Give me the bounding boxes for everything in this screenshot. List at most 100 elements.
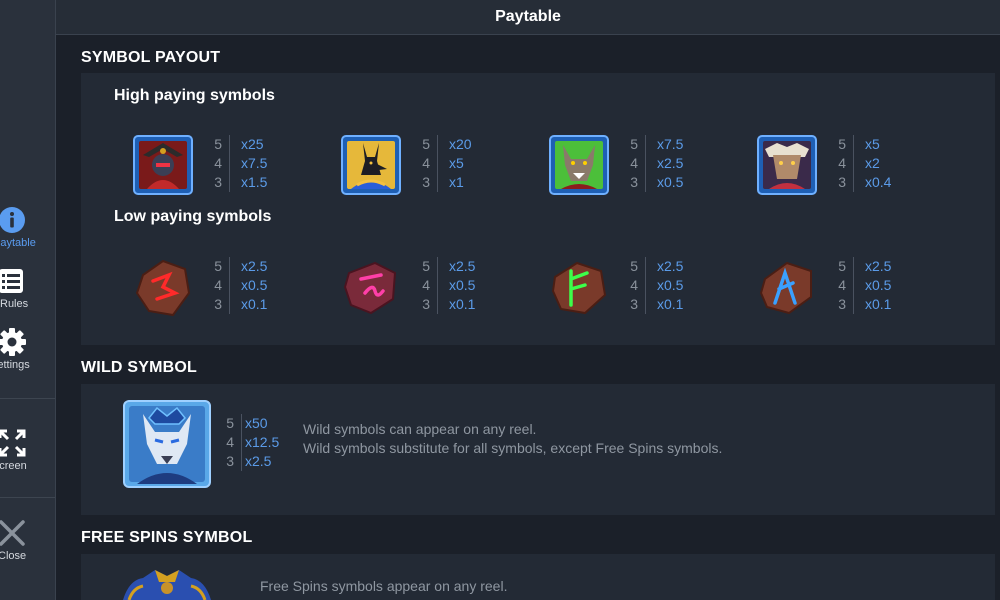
paytable-content[interactable]: SYMBOL PAYOUT High paying symbols 5 4 3 … <box>56 35 1000 600</box>
multiplier: x0.1 <box>865 296 892 312</box>
anubis-symbol-icon <box>341 135 401 195</box>
symbol-multipliers: x2.5 x0.5 x0.1 <box>657 257 683 314</box>
count-5: 5 <box>838 136 846 152</box>
symbol-counts: 5 4 3 <box>625 257 646 314</box>
multiplier: x5 <box>449 155 464 171</box>
sidebar-divider <box>0 497 55 498</box>
multiplier: x0.1 <box>449 296 476 312</box>
close-icon <box>0 520 25 546</box>
sidebar-item-close[interactable]: Close <box>0 518 55 574</box>
multiplier: x25 <box>241 136 264 152</box>
multiplier: x2.5 <box>245 453 272 469</box>
samurai-symbol-icon <box>133 135 193 195</box>
count-5: 5 <box>214 258 222 274</box>
fullscreen-icon <box>0 429 26 457</box>
wild-symbol-panel: 5 4 3 x50 x12.5 x2.5 Wild symbols can ap… <box>81 384 995 515</box>
multiplier: x2.5 <box>241 258 268 274</box>
multiplier: x0.1 <box>657 296 684 312</box>
sidebar-divider <box>0 398 55 399</box>
symbol-payout-panel: High paying symbols 5 4 3 x25 x7.5 x1.5 <box>81 73 995 345</box>
multiplier: x5 <box>865 136 880 152</box>
multiplier: x50 <box>245 415 268 431</box>
count-3: 3 <box>838 174 846 190</box>
count-3: 3 <box>422 296 430 312</box>
multiplier: x2.5 <box>657 155 684 171</box>
multiplier: x0.5 <box>657 174 684 190</box>
sidebar-item-rules[interactable]: Rules <box>0 266 55 322</box>
multiplier: x2.5 <box>657 258 684 274</box>
multiplier: x2.5 <box>449 258 476 274</box>
multiplier: x12.5 <box>245 434 280 450</box>
multiplier: x1 <box>449 174 464 190</box>
symbol-counts: 5 4 3 <box>417 135 438 192</box>
symbol-counts: 5 4 3 <box>221 414 242 471</box>
multiplier: x1.5 <box>241 174 268 190</box>
sidebar-item-label: Rules <box>0 298 29 310</box>
count-4: 4 <box>226 434 234 450</box>
low-symbol-red-rune: 5 4 3 x2.5 x0.5 x0.1 <box>133 257 333 317</box>
symbol-multipliers: x25 x7.5 x1.5 <box>241 135 267 192</box>
high-symbol-werewolf: 5 4 3 x7.5 x2.5 x0.5 <box>549 135 749 195</box>
multiplier: x2 <box>865 155 880 171</box>
count-5: 5 <box>422 136 430 152</box>
symbol-multipliers: x2.5 x0.5 x0.1 <box>241 257 267 314</box>
count-3: 3 <box>214 174 222 190</box>
symbol-counts: 5 4 3 <box>209 135 230 192</box>
multiplier: x0.5 <box>657 277 684 293</box>
count-3: 3 <box>226 453 234 469</box>
wolf-warrior-symbol-icon <box>757 135 817 195</box>
section-title-free-spins: FREE SPINS SYMBOL <box>81 529 253 546</box>
low-paying-title: Low paying symbols <box>114 208 272 225</box>
low-symbol-green-rune: 5 4 3 x2.5 x0.5 x0.1 <box>549 257 749 317</box>
multiplier: x7.5 <box>241 155 268 171</box>
count-5: 5 <box>838 258 846 274</box>
blue-rune-stone-icon <box>759 261 812 315</box>
multiplier: x7.5 <box>657 136 684 152</box>
free-spins-description-line-1: Free Spins symbols appear on any reel. <box>260 578 508 594</box>
multiplier: x2.5 <box>865 258 892 274</box>
count-4: 4 <box>214 277 222 293</box>
multiplier: x0.5 <box>865 277 892 293</box>
low-symbol-blue-rune: 5 4 3 x2.5 x0.5 x0.1 <box>757 257 957 317</box>
list-icon <box>0 269 23 293</box>
count-4: 4 <box>838 277 846 293</box>
green-rune-stone-icon <box>551 261 607 315</box>
sidebar-item-label: Settings <box>0 359 30 371</box>
pink-rune-stone-icon <box>343 261 397 315</box>
multiplier: x0.5 <box>449 277 476 293</box>
count-4: 4 <box>838 155 846 171</box>
count-3: 3 <box>422 174 430 190</box>
gear-icon <box>0 328 26 356</box>
symbol-counts: 5 4 3 <box>209 257 230 314</box>
symbol-counts: 5 4 3 <box>417 257 438 314</box>
wild-description-line-1: Wild symbols can appear on any reel. <box>303 421 537 437</box>
wild-description-line-2: Wild symbols substitute for all symbols,… <box>303 440 723 456</box>
section-title-wild: WILD SYMBOL <box>81 359 197 376</box>
multiplier: x0.1 <box>241 296 268 312</box>
wild-wolf-symbol-icon <box>123 400 211 488</box>
symbol-counts: 5 4 3 <box>833 257 854 314</box>
symbol-counts: 5 4 3 <box>833 135 854 192</box>
high-symbol-wolf-warrior: 5 4 3 x5 x2 x0.4 <box>757 135 957 195</box>
low-symbol-pink-rune: 5 4 3 x2.5 x0.5 x0.1 <box>341 257 541 317</box>
sidebar-item-paytable[interactable]: Paytable <box>0 205 55 261</box>
count-4: 4 <box>630 155 638 171</box>
section-title-symbol-payout: SYMBOL PAYOUT <box>81 49 221 66</box>
sidebar-item-label: Fullscreen <box>0 460 27 472</box>
multiplier: x0.5 <box>241 277 268 293</box>
high-symbol-samurai: 5 4 3 x25 x7.5 x1.5 <box>133 135 333 195</box>
sidebar-item-settings[interactable]: Settings <box>0 327 55 383</box>
count-3: 3 <box>838 296 846 312</box>
count-5: 5 <box>226 415 234 431</box>
symbol-multipliers: x5 x2 x0.4 <box>865 135 891 192</box>
count-4: 4 <box>422 277 430 293</box>
multiplier: x20 <box>449 136 472 152</box>
page-title: Paytable <box>56 0 1000 35</box>
high-paying-title: High paying symbols <box>114 87 275 104</box>
free-spins-panel: Free Spins symbols appear on any reel. <box>81 554 995 600</box>
count-5: 5 <box>422 258 430 274</box>
red-rune-stone-icon <box>135 259 191 317</box>
sidebar-item-fullscreen[interactable]: Fullscreen <box>0 428 55 484</box>
count-4: 4 <box>214 155 222 171</box>
free-spins-symbol-icon <box>123 570 211 600</box>
